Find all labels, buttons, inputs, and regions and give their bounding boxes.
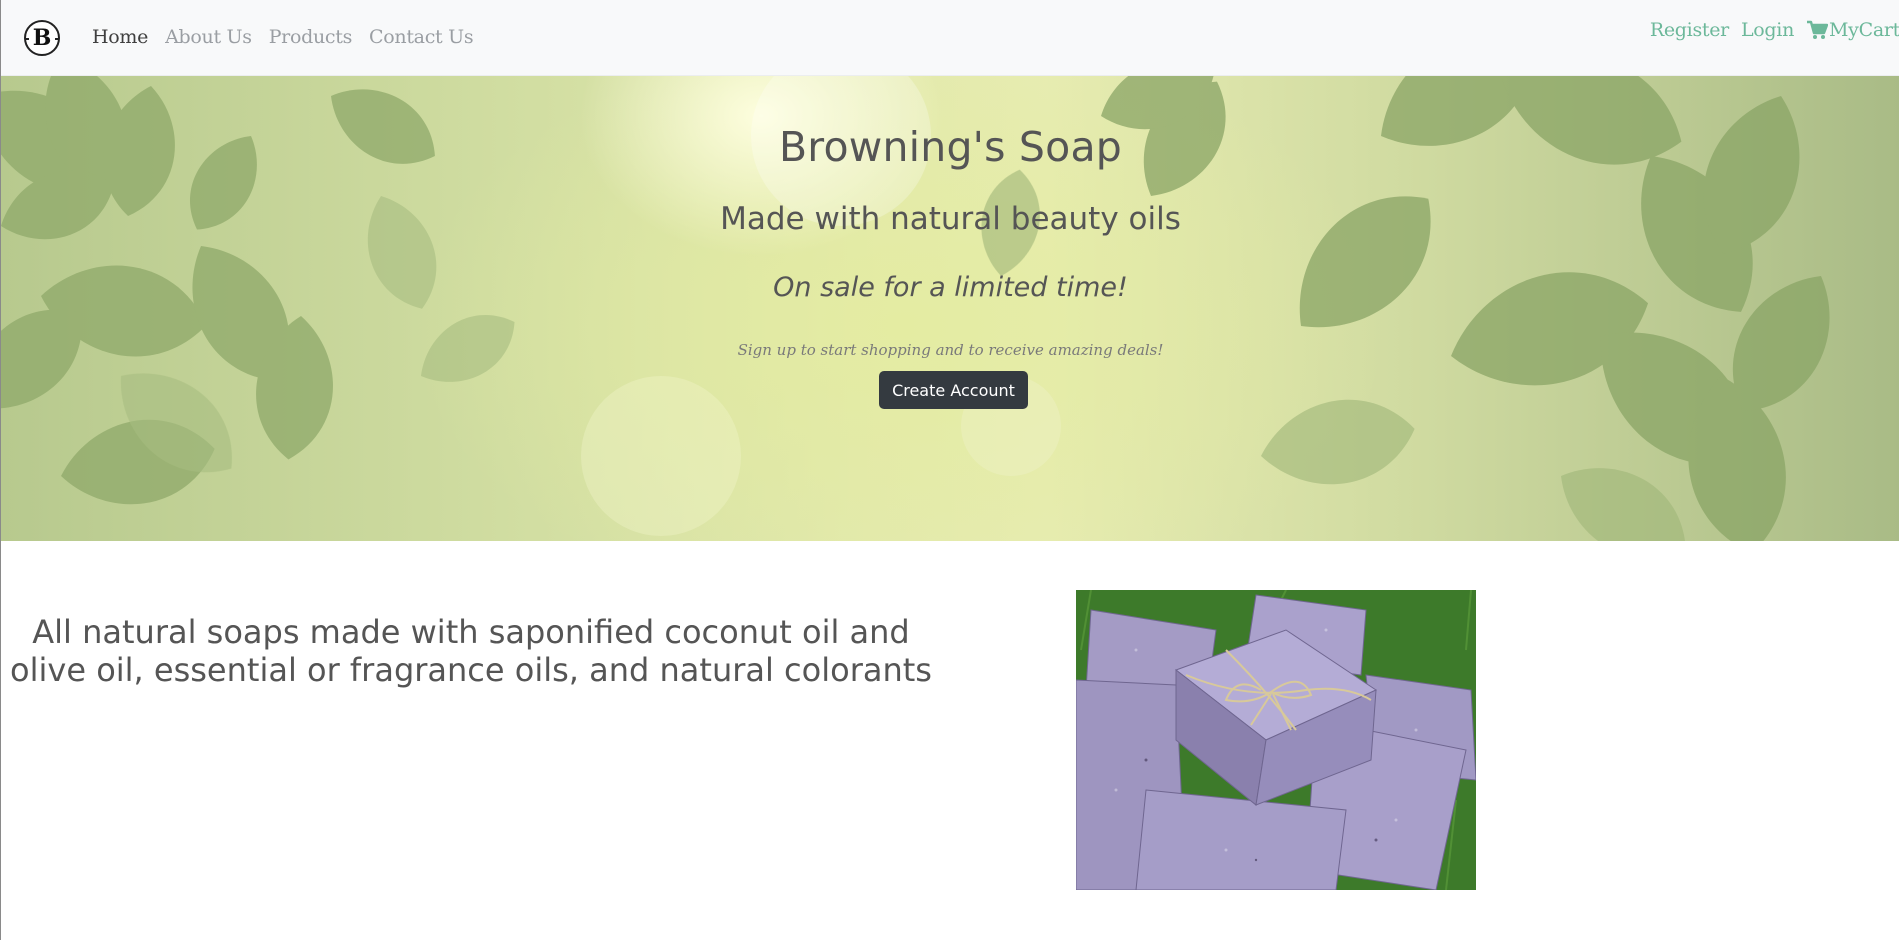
product-description: All natural soaps made with saponified c… bbox=[10, 613, 932, 689]
nav-link-contact-us[interactable]: Contact Us bbox=[369, 26, 474, 48]
soap-bars-illustration bbox=[1076, 590, 1476, 890]
login-link[interactable]: Login bbox=[1741, 19, 1794, 41]
nav-link-about-us[interactable]: About Us bbox=[165, 26, 252, 48]
my-cart-label: MyCart bbox=[1829, 19, 1899, 41]
brand-logo[interactable]: B bbox=[24, 20, 60, 56]
navbar: B Home About Us Products Contact Us Regi… bbox=[1, 0, 1899, 76]
register-link[interactable]: Register bbox=[1650, 19, 1729, 41]
create-account-button[interactable]: Create Account bbox=[879, 371, 1028, 409]
hero-subtitle: Made with natural beauty oils bbox=[720, 201, 1181, 237]
nav-link-home[interactable]: Home bbox=[92, 26, 148, 48]
nav-account-links: Register Login MyCart bbox=[1650, 19, 1899, 41]
cart-icon bbox=[1807, 20, 1829, 39]
hero-promo: On sale for a limited time! bbox=[773, 272, 1128, 303]
soap-bars-photo bbox=[1076, 590, 1476, 890]
nav-link-products[interactable]: Products bbox=[269, 26, 353, 48]
my-cart-link[interactable]: MyCart bbox=[1806, 19, 1899, 41]
signup-text: Sign up to start shopping and to receive… bbox=[737, 341, 1164, 359]
logo-letter: B bbox=[32, 25, 52, 51]
nav-links: Home About Us Products Contact Us bbox=[92, 26, 474, 48]
hero-title: Browning's Soap bbox=[778, 123, 1122, 171]
hero-banner: Browning's Soap Made with natural beauty… bbox=[1, 76, 1899, 541]
